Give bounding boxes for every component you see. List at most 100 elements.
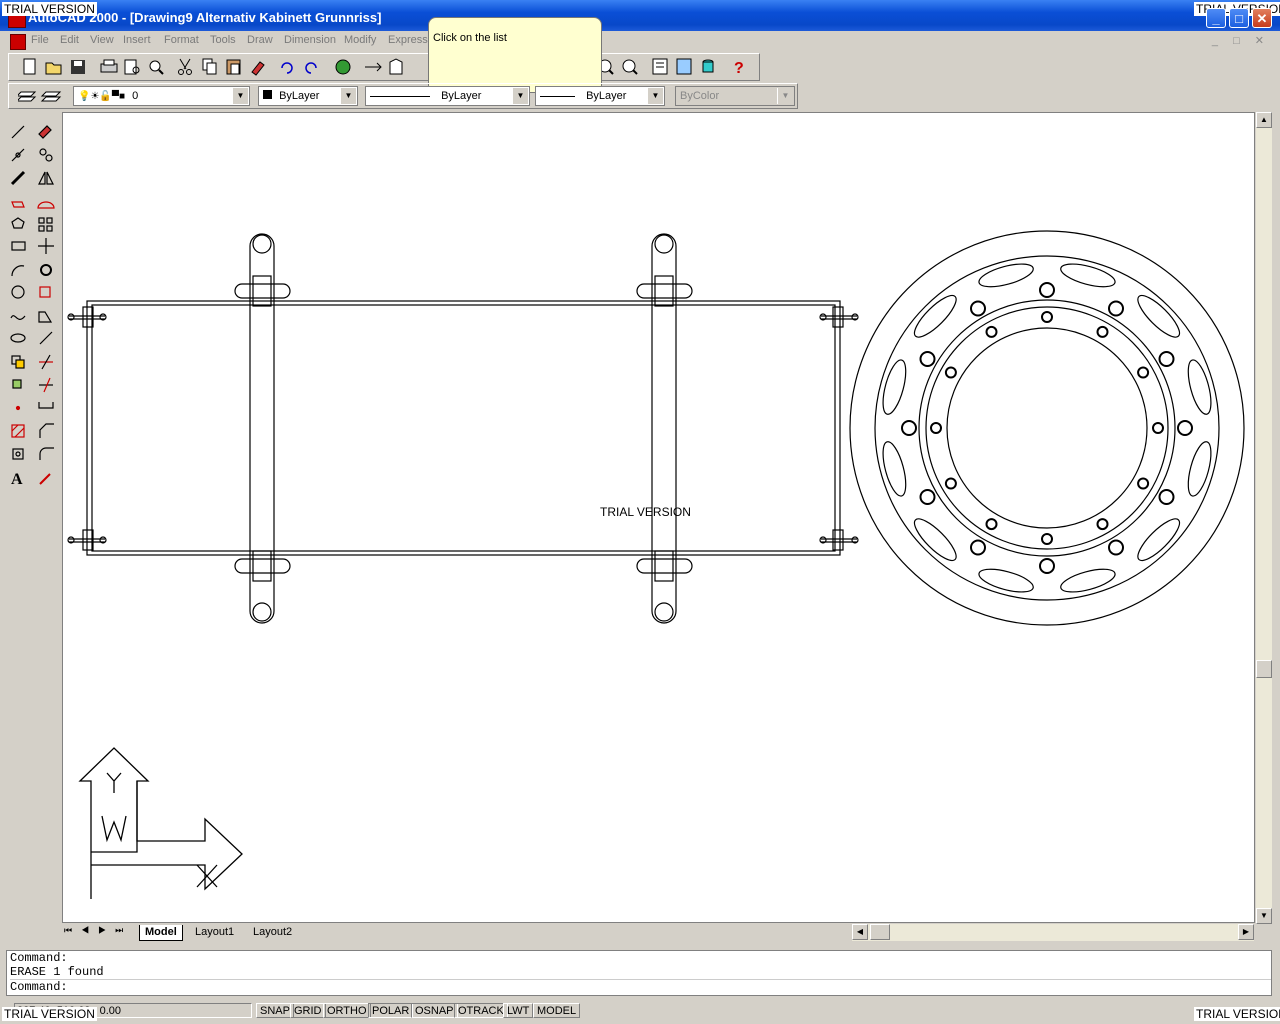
menu-draw[interactable]: Draw (247, 34, 273, 46)
linetype-dropdown[interactable]: ByLayer ▼ (365, 86, 530, 106)
color-dropdown[interactable]: ByLayer ▼ (258, 86, 358, 106)
bolt-hole (944, 477, 957, 490)
mirror-icon[interactable] (38, 171, 54, 185)
ellipse-icon[interactable] (10, 333, 26, 343)
drawing-area[interactable]: TRIAL VERSION (62, 112, 1255, 923)
layer-dropdown[interactable]: 💡☀🔓▀■ 0 ▼ (73, 86, 250, 106)
ortho-toggle[interactable]: ORTHO (323, 1003, 371, 1018)
array-icon[interactable] (38, 217, 53, 232)
menu-view[interactable]: View (90, 34, 114, 46)
scrollbar-thumb[interactable] (1256, 660, 1272, 678)
make-block-icon[interactable] (12, 379, 22, 389)
help-icon[interactable]: ? (734, 60, 744, 77)
maximize-icon[interactable]: □ (1229, 8, 1249, 28)
polyline-icon[interactable] (10, 170, 26, 186)
lwt-toggle[interactable]: LWT (503, 1003, 534, 1018)
menu-tools[interactable]: Tools (210, 34, 236, 46)
design-center-icon[interactable] (676, 58, 692, 75)
trim-icon[interactable] (39, 354, 53, 370)
spline-icon[interactable] (10, 315, 26, 320)
model-toggle[interactable]: MODEL (533, 1003, 581, 1018)
document-icon[interactable] (10, 34, 26, 50)
save-icon[interactable] (71, 60, 85, 74)
explode-icon[interactable] (39, 473, 51, 485)
match-properties-icon[interactable] (251, 61, 265, 76)
menu-format[interactable]: Format (164, 34, 199, 46)
scale-icon[interactable] (39, 286, 51, 298)
horizontal-scrollbar[interactable] (852, 924, 1254, 941)
plotstyle-value: ByColor (680, 90, 720, 102)
menu-modify[interactable]: Modify (344, 34, 376, 46)
osnap-toggle[interactable]: OSNAP (411, 1003, 458, 1018)
copy-icon[interactable] (202, 58, 217, 75)
grid-toggle[interactable]: GRID (290, 1003, 326, 1018)
offset-icon[interactable] (37, 201, 55, 209)
scroll-right-icon[interactable]: ▶ (1238, 924, 1254, 940)
snap-toggle[interactable]: SNAP (256, 1003, 294, 1018)
scroll-down-icon[interactable]: ▼ (1256, 908, 1272, 924)
lineweight-dropdown[interactable]: ByLayer ▼ (535, 86, 665, 106)
extend-icon[interactable] (39, 377, 53, 393)
paste-icon[interactable] (226, 59, 241, 75)
ucs-icon[interactable] (389, 58, 403, 75)
move-icon[interactable] (38, 238, 54, 254)
copy-object-icon[interactable] (39, 148, 53, 162)
fillet-icon[interactable] (39, 447, 54, 460)
menu-edit[interactable]: Edit (60, 34, 79, 46)
rectangle-pentagon-icon[interactable] (11, 217, 25, 229)
open-icon[interactable] (45, 62, 62, 75)
rectangle-icon[interactable] (11, 241, 26, 251)
stretch-icon[interactable] (38, 311, 53, 323)
cut-icon[interactable] (178, 58, 192, 75)
rotate-icon[interactable] (40, 264, 52, 276)
menu-dimension[interactable]: Dimension (284, 34, 336, 46)
hatch-icon[interactable] (11, 424, 25, 438)
redo-icon[interactable] (305, 62, 317, 74)
dbconnect-icon[interactable] (702, 59, 714, 73)
menu-file[interactable]: File (31, 34, 49, 46)
minimize-icon[interactable]: _ (1206, 8, 1226, 28)
construction-line-icon[interactable] (11, 148, 25, 162)
menu-insert[interactable]: Insert (123, 34, 151, 46)
print-icon[interactable] (100, 59, 118, 73)
arc-icon[interactable] (11, 265, 25, 277)
menu-express[interactable]: Express (388, 34, 428, 46)
tab-navigation[interactable]: ⏮◀▶⏭ (64, 925, 132, 936)
mdi-window-controls[interactable]: _ □ ✕ (1212, 34, 1270, 47)
polygon-icon[interactable] (11, 201, 25, 208)
zoom-previous-icon[interactable] (622, 59, 638, 75)
insert-block-icon[interactable] (11, 355, 25, 369)
break-icon[interactable] (38, 402, 54, 409)
point-icon[interactable] (15, 405, 21, 411)
circle-icon[interactable] (11, 285, 25, 299)
tab-layout1[interactable]: Layout1 (190, 925, 239, 940)
horizontal-scrollbar-thumb[interactable] (870, 924, 890, 940)
make-object-layer-current-icon[interactable] (18, 91, 37, 102)
otrack-toggle[interactable]: OTRACK (454, 1003, 508, 1018)
plotstyle-dropdown[interactable]: ByColor ▼ (675, 86, 795, 106)
tab-layout2[interactable]: Layout2 (248, 925, 297, 940)
region-icon[interactable] (12, 448, 24, 460)
erase-icon[interactable] (38, 125, 52, 139)
properties-icon[interactable] (652, 58, 668, 75)
print-preview-icon[interactable] (124, 59, 140, 75)
lengthen-icon[interactable] (39, 331, 53, 345)
undo-icon[interactable] (281, 62, 293, 74)
scroll-up-icon[interactable]: ▲ (1256, 112, 1272, 128)
multiline-text-icon[interactable]: A (11, 471, 23, 488)
layers-icon[interactable] (40, 91, 62, 102)
close-icon[interactable]: ✕ (1252, 8, 1272, 28)
line-icon[interactable] (11, 125, 25, 139)
spell-check-icon[interactable] (149, 60, 164, 75)
command-window[interactable]: Command: ERASE 1 found Command: (6, 950, 1272, 996)
scroll-left-icon[interactable]: ◀ (852, 924, 868, 940)
polar-toggle[interactable]: POLAR (368, 1003, 414, 1018)
object-snap-icon[interactable] (365, 62, 382, 72)
new-icon[interactable] (23, 58, 36, 75)
web-icon[interactable] (335, 59, 351, 75)
tab-model[interactable]: Model (139, 925, 183, 941)
trial-watermark-top-left: TRIAL VERSION (2, 2, 97, 16)
command-prompt[interactable]: Command: (10, 979, 1271, 994)
vertical-scrollbar[interactable] (1256, 112, 1272, 924)
chamfer-icon[interactable] (39, 423, 54, 438)
